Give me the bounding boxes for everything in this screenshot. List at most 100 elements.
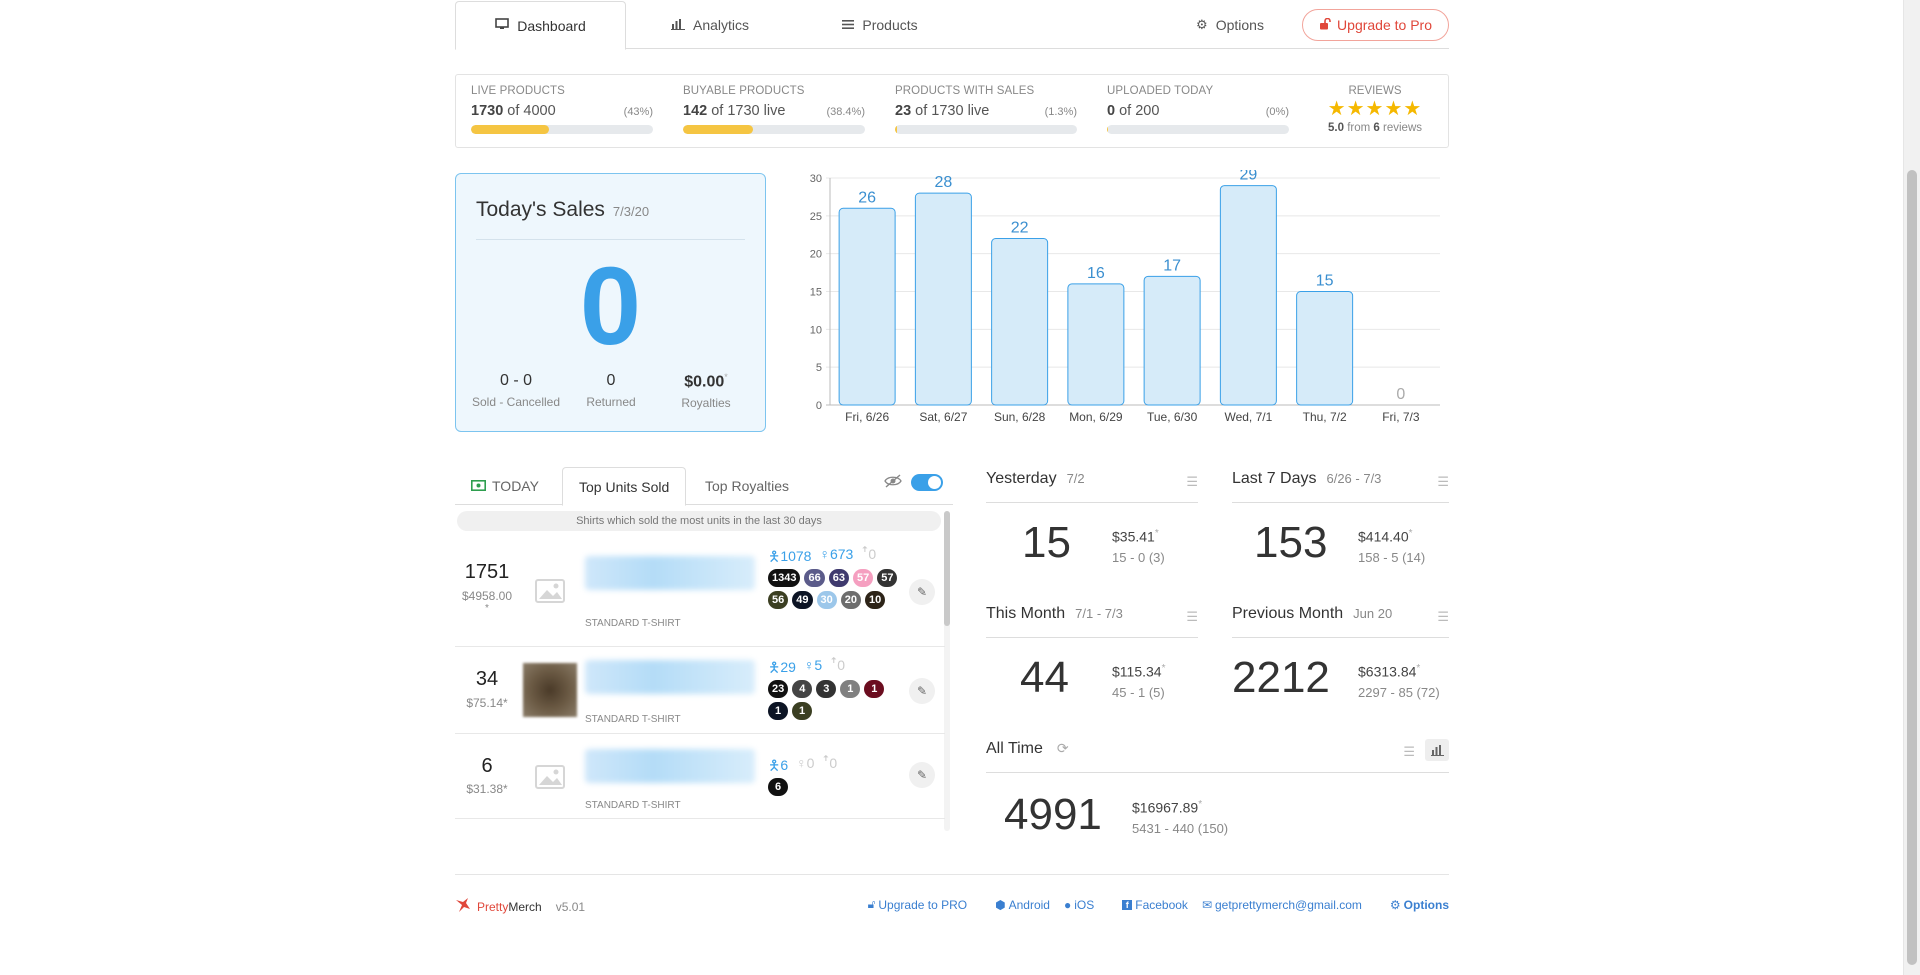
brand-name: PrettyMerch bbox=[477, 900, 542, 914]
summary-royalties-value: $16967.89 bbox=[1132, 799, 1199, 816]
stat-progress-fill bbox=[471, 125, 550, 134]
chart-bar-value-label: 26 bbox=[858, 189, 876, 206]
bar-chart-icon[interactable] bbox=[1425, 739, 1449, 761]
product-title-blurred[interactable] bbox=[585, 749, 755, 783]
royalties-label: Royalties bbox=[681, 396, 731, 411]
summary-date: 6/26 - 7/3 bbox=[1326, 471, 1382, 486]
footer-email-link[interactable]: ✉ getprettymerch@gmail.com bbox=[1202, 897, 1362, 912]
chart-bar[interactable] bbox=[1143, 275, 1201, 406]
youth-count-value: 0 bbox=[868, 546, 877, 562]
summary-royalties: $6313.84* bbox=[1358, 663, 1420, 680]
unlock-icon: 🔓︎ bbox=[867, 897, 876, 911]
page-scrollbar[interactable] bbox=[1903, 0, 1920, 975]
men-count-value: 1078 bbox=[780, 548, 812, 564]
women-count: ♀0 bbox=[796, 755, 815, 771]
color-count-badge: 30 bbox=[816, 591, 837, 609]
dashboard-container: Dashboard Analytics Products ⚙ Options U… bbox=[455, 0, 1449, 914]
product-royalties: $31.38* bbox=[455, 782, 519, 796]
edit-pencil-icon[interactable]: ✎ bbox=[909, 762, 935, 788]
stat-value: 23 bbox=[895, 103, 912, 119]
summary-royalties-value: $115.34 bbox=[1112, 663, 1162, 680]
stat-progress-bar bbox=[1107, 125, 1289, 134]
tab-products[interactable]: Products bbox=[825, 1, 935, 49]
summary-header: This Month 7/1 - 7/3 ☰ bbox=[986, 605, 1198, 638]
summary-royalties-value: $6313.84 bbox=[1358, 663, 1417, 680]
chart-x-tick-label: Fri, 6/26 bbox=[845, 410, 889, 424]
tab-dashboard[interactable]: Dashboard bbox=[455, 1, 626, 50]
summary-this-month: This Month 7/1 - 7/3 ☰ 44 $115.34* 45 - 1 … bbox=[986, 605, 1198, 735]
tab-today[interactable]: TODAY bbox=[471, 467, 539, 505]
chart-bar[interactable] bbox=[1067, 283, 1125, 406]
stat-of: of 1730 live bbox=[915, 103, 990, 119]
stat-percent: (0%) bbox=[1265, 106, 1289, 118]
app-version: v5.01 bbox=[555, 899, 586, 914]
tab-analytics[interactable]: Analytics bbox=[655, 1, 765, 49]
summary-last-7-days: Last 7 Days 6/26 - 7/3 ☰ 153 $414.40* 158 … bbox=[1232, 470, 1449, 600]
tab-options[interactable]: ⚙ Options bbox=[1175, 1, 1285, 49]
footer-android-label: Android bbox=[1008, 897, 1050, 912]
product-row[interactable]: 1751 $4958.00 * STANDARD T-SHIRT 🯅1078 ♀… bbox=[455, 537, 945, 647]
color-count-badge: 57 bbox=[877, 569, 898, 587]
facebook-icon: f bbox=[1122, 899, 1133, 910]
stat-uploaded-today: UPLOADED TODAY 0 of 200 (0%) bbox=[1107, 85, 1289, 134]
product-title-blurred[interactable] bbox=[585, 556, 755, 590]
gender-breakdown: 🯅29 ♀5 ꜛ0 bbox=[768, 657, 845, 681]
summary-header: Yesterday 7/2 ☰ bbox=[986, 470, 1198, 503]
visibility-toggle[interactable] bbox=[911, 474, 943, 491]
stat-percent: (38.4%) bbox=[826, 106, 865, 118]
royalties-value-wrap: $0.00* bbox=[656, 372, 756, 391]
product-thumbnail[interactable] bbox=[523, 663, 577, 717]
product-row[interactable]: 6 $31.38* STANDARD T-SHIRT 🯅6 ♀0 ꜛ0 6 ✎ bbox=[455, 735, 945, 819]
product-units: 1751 bbox=[464, 561, 510, 583]
summary-royalties: $115.34* bbox=[1112, 663, 1165, 680]
footer-upgrade-link[interactable]: 🔓︎ Upgrade to PRO bbox=[868, 897, 968, 912]
edit-pencil-icon[interactable]: ✎ bbox=[909, 678, 935, 704]
chart-bar[interactable] bbox=[838, 207, 896, 406]
tab-top-royalties[interactable]: Top Royalties bbox=[705, 467, 789, 505]
chart-bar[interactable] bbox=[914, 192, 972, 406]
men-count-value: 6 bbox=[780, 757, 789, 773]
chart-bar[interactable] bbox=[1296, 291, 1354, 406]
product-row[interactable]: 34 $75.14* STANDARD T-SHIRT 🯅29 ♀5 ꜛ0 23… bbox=[455, 648, 945, 734]
list-icon bbox=[842, 18, 855, 33]
list-icon[interactable]: ☰ bbox=[1437, 609, 1449, 625]
stat-progress-fill bbox=[1107, 125, 1109, 134]
tab-top-units-sold[interactable]: Top Units Sold bbox=[562, 467, 687, 506]
stat-percent: (43%) bbox=[623, 106, 653, 118]
summary-detail: 45 - 1 (5) bbox=[1112, 685, 1165, 700]
chart-y-tick-label: 15 bbox=[810, 287, 822, 299]
product-royalties-asterisk: * bbox=[485, 603, 489, 614]
stat-progress-fill bbox=[683, 125, 753, 134]
footer-ios-link[interactable]: ● iOS bbox=[1064, 897, 1094, 912]
scrollbar-thumb[interactable] bbox=[1907, 170, 1917, 965]
refresh-icon[interactable]: ⟳ bbox=[1057, 740, 1069, 757]
footer-facebook-link[interactable]: f Facebook bbox=[1122, 897, 1188, 912]
tab-options-label: Options bbox=[1215, 17, 1264, 33]
edit-pencil-icon[interactable]: ✎ bbox=[909, 579, 935, 605]
reviews-summary[interactable]: REVIEWS ★★★★★ 5.0 from 6 reviews bbox=[1320, 85, 1430, 134]
chart-x-tick-label: Mon, 6/29 bbox=[1069, 410, 1123, 424]
product-type: STANDARD T-SHIRT bbox=[585, 618, 681, 629]
chart-bar[interactable] bbox=[1219, 185, 1277, 406]
tab-top-units-label: Top Units Sold bbox=[579, 478, 670, 495]
product-title-blurred[interactable] bbox=[585, 660, 755, 694]
brand[interactable]: PrettyMerch v5.01 bbox=[455, 897, 585, 916]
list-icon[interactable]: ☰ bbox=[1186, 609, 1198, 625]
todays-sales-card: Today's Sales 7/3/20 0 0 - 0 Sold - Cance… bbox=[455, 173, 766, 432]
list-icon[interactable]: ☰ bbox=[1437, 474, 1449, 490]
footer-options-link[interactable]: ⚙ Options bbox=[1390, 897, 1449, 912]
list-icon[interactable]: ☰ bbox=[1186, 474, 1198, 490]
chart-bar-value-label: 28 bbox=[934, 174, 952, 191]
chart-bar[interactable] bbox=[991, 238, 1049, 406]
list-icon[interactable]: ☰ bbox=[1403, 744, 1415, 760]
stat-live-products: LIVE PRODUCTS 1730 of 4000 (43%) bbox=[471, 85, 653, 134]
chart-y-tick-label: 20 bbox=[810, 249, 822, 261]
footer: PrettyMerch v5.01 🔓︎ Upgrade to PRO ⬢ Andr… bbox=[455, 874, 1449, 924]
summary-units: 2212 bbox=[1232, 653, 1330, 702]
youth-count: ꜛ0 bbox=[861, 546, 877, 562]
eye-slash-icon[interactable] bbox=[883, 473, 903, 489]
footer-android-link[interactable]: ⬢ Android bbox=[995, 897, 1050, 912]
brand-name-pretty: Pretty bbox=[477, 899, 509, 914]
list-description: Shirts which sold the most units in the … bbox=[457, 511, 941, 531]
upgrade-to-pro-button[interactable]: Upgrade to Pro bbox=[1302, 9, 1449, 41]
